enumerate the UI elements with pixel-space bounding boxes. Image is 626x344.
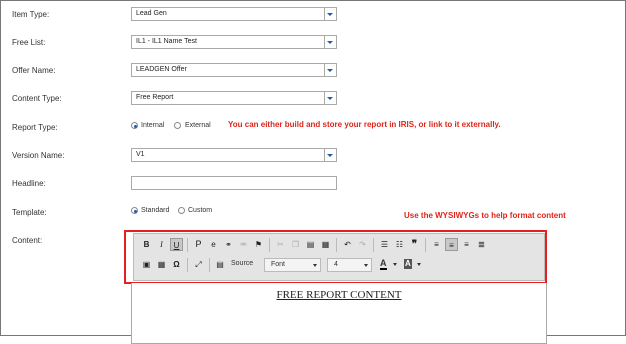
free-list-label: Free List:: [12, 38, 46, 47]
redo-icon[interactable]: ↷: [356, 238, 369, 251]
undo-icon[interactable]: ↶: [341, 238, 354, 251]
template-custom-radio[interactable]: [178, 207, 185, 214]
background-color-icon: A: [404, 259, 412, 269]
chevron-down-icon[interactable]: [324, 36, 336, 48]
wysiwyg-annotation: Use the WYSIWYGs to help format content: [404, 211, 566, 220]
chevron-down-icon[interactable]: [324, 64, 336, 76]
blockquote-icon[interactable]: ❞: [408, 238, 421, 251]
version-name-label: Version Name:: [12, 151, 65, 160]
paragraph-icon[interactable]: P: [192, 238, 205, 251]
source-button[interactable]: ▤ Source: [214, 258, 260, 272]
content-type-select[interactable]: Free Report: [131, 91, 337, 105]
chevron-down-icon[interactable]: [324, 149, 336, 161]
offer-name-row: Offer Name: LEADGEN Offer: [0, 63, 626, 79]
offer-name-value: LEADGEN Offer: [136, 66, 187, 73]
report-type-annotation: You can either build and store your repo…: [228, 120, 501, 129]
free-list-row: Free List: IL1 - IL1 Name Test: [0, 35, 626, 51]
template-row: Template: Standard Custom Use the WYSIWY…: [0, 205, 626, 221]
editor-content-text[interactable]: FREE REPORT CONTENT: [132, 289, 546, 301]
italic-icon[interactable]: I: [155, 238, 168, 251]
cut-icon[interactable]: ✂: [274, 238, 287, 251]
version-name-value: V1: [136, 151, 145, 158]
report-type-row: Report Type: Internal External You can e…: [0, 120, 626, 136]
version-name-select[interactable]: V1: [131, 148, 337, 162]
headline-row: Headline:: [0, 176, 626, 192]
toolbar-separator: [425, 238, 426, 252]
font-select-label: Font: [271, 261, 286, 268]
content-type-row: Content Type: Free Report: [0, 91, 626, 107]
bold-icon[interactable]: B: [140, 238, 153, 251]
toolbar-separator: [187, 238, 188, 252]
font-select[interactable]: Font: [264, 258, 321, 272]
toolbar-separator: [269, 238, 270, 252]
offer-name-label: Offer Name:: [12, 66, 56, 75]
element-icon[interactable]: e: [207, 238, 220, 251]
item-type-value: Lead Gen: [136, 10, 167, 17]
text-color-icon: A: [380, 258, 387, 270]
align-left-icon[interactable]: ≡: [430, 238, 443, 251]
copy-icon[interactable]: ❐: [289, 238, 302, 251]
template-standard-label: Standard: [141, 207, 170, 214]
source-icon: ▤: [216, 260, 224, 269]
chevron-down-icon: [313, 264, 317, 267]
maximize-icon[interactable]: ⤢: [192, 258, 205, 271]
template-label: Template:: [12, 208, 47, 217]
item-type-row: Item Type: Lead Gen: [0, 7, 626, 23]
paste-icon[interactable]: ▤: [304, 238, 317, 251]
content-type-value: Free Report: [136, 94, 174, 101]
free-list-value: IL1 - IL1 Name Test: [136, 38, 197, 45]
free-list-select[interactable]: IL1 - IL1 Name Test: [131, 35, 337, 49]
font-size-value: 4: [334, 261, 338, 268]
template-standard-radio[interactable]: [131, 207, 138, 214]
paste-text-icon[interactable]: ▦: [319, 238, 332, 251]
content-label: Content:: [12, 236, 43, 245]
align-center-icon[interactable]: ≡: [445, 238, 458, 251]
template-custom-label: Custom: [188, 207, 213, 214]
chevron-down-icon: [393, 263, 397, 266]
report-type-internal-radio[interactable]: [131, 122, 138, 129]
headline-label: Headline:: [12, 179, 46, 188]
item-type-select[interactable]: Lead Gen: [131, 7, 337, 21]
align-right-icon[interactable]: ≡: [460, 238, 473, 251]
table-icon[interactable]: ▦: [155, 258, 168, 271]
report-type-external-radio[interactable]: [174, 122, 181, 129]
numbered-list-icon[interactable]: ☰: [378, 238, 391, 251]
font-size-select[interactable]: 4: [327, 258, 372, 272]
offer-name-select[interactable]: LEADGEN Offer: [131, 63, 337, 77]
anchor-flag-icon[interactable]: ⚑: [252, 238, 265, 251]
chevron-down-icon: [364, 264, 368, 267]
wysiwyg-toolbar: B I U P e ⚭ ⚮ ⚑ ✂ ❐ ▤ ▦ ↶ ↷ ☰ ☷ ❞ ≡ ≡ ≡ …: [133, 233, 545, 281]
link-icon[interactable]: ⚭: [222, 238, 235, 251]
image-icon[interactable]: ▣: [140, 258, 153, 271]
source-label: Source: [231, 260, 254, 267]
report-type-internal-label: Internal: [141, 122, 165, 129]
unlink-icon[interactable]: ⚮: [237, 238, 250, 251]
background-color-button[interactable]: A: [402, 258, 424, 272]
editor-area[interactable]: FREE REPORT CONTENT: [131, 283, 547, 344]
chevron-down-icon[interactable]: [324, 92, 336, 104]
toolbar-separator: [373, 238, 374, 252]
version-name-row: Version Name: V1: [0, 148, 626, 164]
align-justify-icon[interactable]: ≣: [475, 238, 488, 251]
item-type-label: Item Type:: [12, 10, 50, 19]
report-type-label: Report Type:: [12, 123, 58, 132]
content-type-label: Content Type:: [12, 94, 62, 103]
chevron-down-icon: [417, 263, 421, 266]
headline-input[interactable]: [131, 176, 337, 190]
underline-icon[interactable]: U: [170, 238, 183, 251]
text-color-button[interactable]: A: [378, 258, 400, 272]
toolbar-separator: [187, 258, 188, 272]
chevron-down-icon[interactable]: [324, 8, 336, 20]
toolbar-separator: [209, 258, 210, 272]
toolbar-separator: [336, 238, 337, 252]
report-type-external-label: External: [185, 122, 211, 129]
special-character-icon[interactable]: Ω: [170, 258, 183, 271]
bulleted-list-icon[interactable]: ☷: [393, 238, 406, 251]
